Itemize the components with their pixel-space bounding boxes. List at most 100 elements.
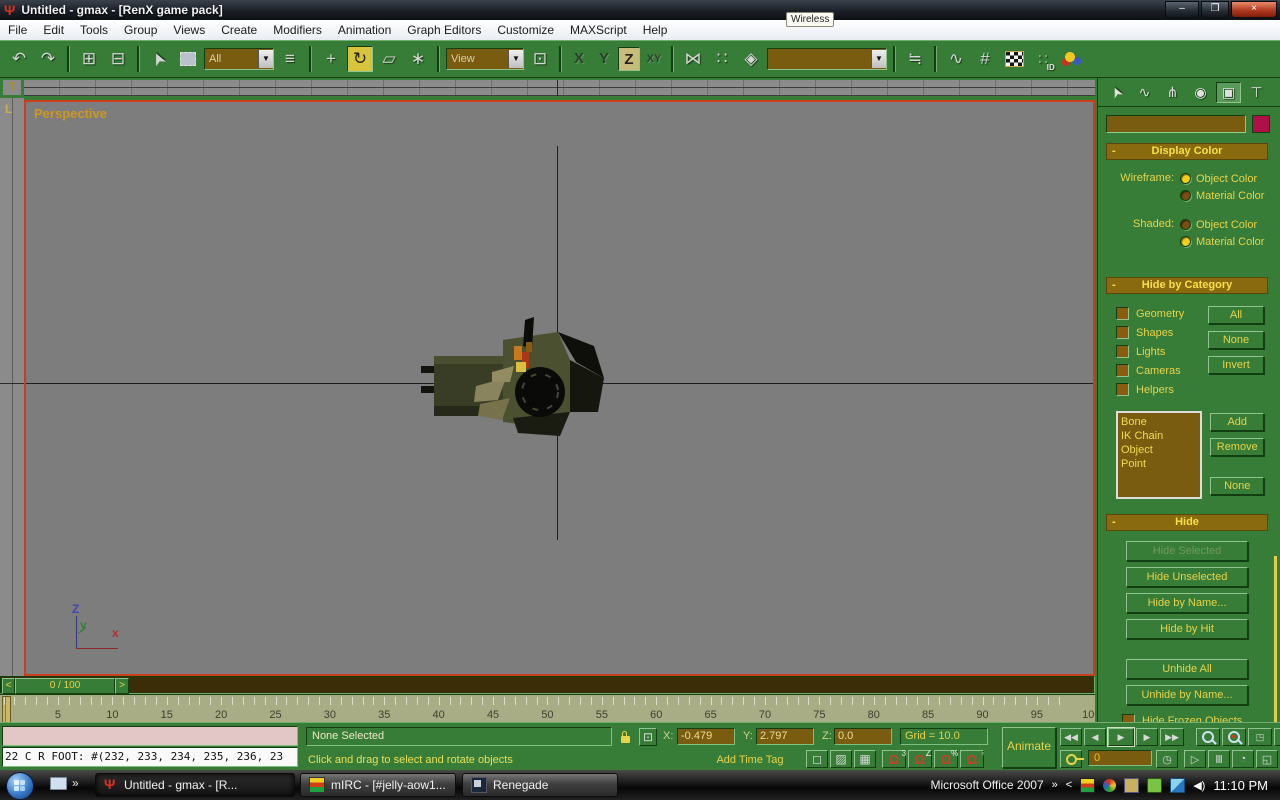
network-tray-icon[interactable] xyxy=(1170,778,1185,793)
menu-animation[interactable]: Animation xyxy=(330,20,399,40)
all-button[interactable]: All xyxy=(1208,306,1264,324)
percent-snap-icon[interactable]: Ω% xyxy=(934,750,958,768)
tab-motion[interactable]: ◉ xyxy=(1188,82,1213,103)
align-icon[interactable]: ≒ xyxy=(902,46,928,72)
object-name-field[interactable] xyxy=(1106,115,1246,133)
menu-customize[interactable]: Customize xyxy=(489,20,562,40)
pan-button[interactable]: Ⅲ xyxy=(1208,750,1230,768)
maximize-button[interactable]: ❐ xyxy=(1201,1,1229,18)
render-icon[interactable] xyxy=(1059,46,1085,72)
absolute-offset-toggle[interactable]: ⊡ xyxy=(639,728,657,746)
material-editor-icon[interactable] xyxy=(1001,46,1027,72)
taskbar-task-mirc-jelly-aow1[interactable]: mIRC - [#jelly-aow1... xyxy=(300,773,456,797)
pivot-center-icon[interactable]: ⊡ xyxy=(527,46,553,72)
redo-icon[interactable]: ↷ xyxy=(35,46,61,72)
show-desktop-icon[interactable] xyxy=(50,777,67,790)
taskbar-task-untitled-gmax-r[interactable]: ΨUntitled - gmax - [R... xyxy=(95,773,295,797)
radio-button[interactable] xyxy=(1180,190,1191,201)
volume-tray-icon[interactable]: ◀) xyxy=(1193,779,1205,792)
menu-file[interactable]: File xyxy=(0,20,35,40)
scale-icon[interactable]: ▱ xyxy=(376,46,402,72)
axis-x-button[interactable]: X xyxy=(568,47,590,71)
rollout-header-hide[interactable]: - Hide xyxy=(1106,514,1268,531)
radio-option-material-color[interactable]: Material Color xyxy=(1180,187,1264,204)
menu-group[interactable]: Group xyxy=(116,20,165,40)
hide-selected-button[interactable]: Hide Selected xyxy=(1126,541,1248,561)
radio-button[interactable] xyxy=(1180,236,1191,247)
reference-coordsys-dropdown[interactable]: View▼ xyxy=(446,48,524,70)
list-item[interactable]: Bone xyxy=(1121,415,1197,429)
prev-frame-arrow[interactable]: < xyxy=(2,678,15,694)
zoom-extents-icon[interactable]: ◳ xyxy=(1248,728,1272,746)
selection-lock-icon[interactable] xyxy=(617,728,633,746)
snap-3d-icon[interactable]: Ω3 xyxy=(882,750,906,768)
hide-unselected-button[interactable]: Hide Unselected xyxy=(1126,567,1248,587)
edged-faces-icon[interactable]: ▨ xyxy=(830,750,852,768)
tab-modify[interactable]: ∿ xyxy=(1132,82,1157,103)
mirc-tray-icon[interactable] xyxy=(1080,778,1095,793)
menu-tools[interactable]: Tools xyxy=(72,20,116,40)
radio-option-material-color[interactable]: Material Color xyxy=(1180,233,1264,250)
remove-button[interactable]: Remove xyxy=(1210,438,1264,456)
fov-button[interactable]: ▷ xyxy=(1184,750,1206,768)
tab-display[interactable]: ▣ xyxy=(1216,82,1241,103)
next-frame-arrow[interactable]: > xyxy=(115,678,129,694)
rollout-header-display-color[interactable]: - Display Color xyxy=(1106,143,1268,160)
current-frame-field[interactable]: 0 xyxy=(1088,750,1152,766)
category-checkbox-lights[interactable]: Lights xyxy=(1116,342,1184,361)
character-model[interactable] xyxy=(418,316,608,451)
angle-snap-icon[interactable]: Ω∠ xyxy=(908,750,932,768)
checkbox[interactable] xyxy=(1116,383,1129,396)
none-button[interactable]: None xyxy=(1210,477,1264,495)
taskbar-task-renegade[interactable]: Renegade xyxy=(462,773,618,797)
render-level-icon[interactable]: ◻ xyxy=(806,750,828,768)
arc-rotate-button[interactable]: ◔ xyxy=(1232,750,1254,768)
rect-selection-icon[interactable] xyxy=(175,46,201,72)
radio-button[interactable] xyxy=(1180,219,1191,230)
office-toolbar-label[interactable]: Microsoft Office 2007 xyxy=(930,778,1043,792)
tray-expand-arrow[interactable]: < xyxy=(1066,779,1072,791)
multi-sub-id-icon[interactable]: ∷ID xyxy=(1030,46,1056,72)
power-tray-icon[interactable] xyxy=(1147,778,1162,793)
hide-by-name-button[interactable]: Hide by Name... xyxy=(1126,593,1248,613)
top-viewport-sliver[interactable] xyxy=(24,80,1095,96)
tab-utilities[interactable]: ⊤ xyxy=(1244,82,1269,103)
unhide-all-button[interactable]: Unhide All xyxy=(1126,659,1248,679)
panel-scrollbar[interactable] xyxy=(1274,556,1277,722)
track-bar[interactable]: 5101520253035404550556065707580859095100 xyxy=(0,694,1095,723)
snap-toggle-icon[interactable]: ◈ xyxy=(738,46,764,72)
menu-help[interactable]: Help xyxy=(635,20,676,40)
hide-by-hit-button[interactable]: Hide by Hit xyxy=(1126,619,1248,639)
zoom-region-icon[interactable] xyxy=(1222,728,1246,746)
title-bar[interactable]: Ψ Untitled - gmax - [RenX game pack] – ❐… xyxy=(0,0,1280,20)
start-button[interactable] xyxy=(6,772,34,800)
category-checkbox-geometry[interactable]: Geometry xyxy=(1116,304,1184,323)
minimize-button[interactable]: – xyxy=(1165,1,1199,18)
selection-filter-dropdown[interactable]: All▼ xyxy=(204,48,274,70)
tab-hierarchy[interactable]: ⋔ xyxy=(1160,82,1185,103)
goto-start-button[interactable]: ◀◀ xyxy=(1060,728,1082,746)
next-frame-button[interactable]: ▶ xyxy=(1136,728,1158,746)
move-icon[interactable]: + xyxy=(318,46,344,72)
viewport-label[interactable]: Perspective xyxy=(34,106,107,121)
rotate-icon[interactable]: ↻ xyxy=(347,46,373,72)
invert-button[interactable]: Invert xyxy=(1208,356,1264,374)
category-checkbox-helpers[interactable]: Helpers xyxy=(1116,380,1184,399)
maxscript-listener-top[interactable] xyxy=(2,726,298,746)
key-mode-toggle[interactable] xyxy=(1060,750,1082,768)
messenger-tray-icon[interactable] xyxy=(1124,778,1139,793)
z-coord-field[interactable]: 0.0 xyxy=(834,728,892,745)
checkbox[interactable] xyxy=(1116,364,1129,377)
rollout-header-hide-by-category[interactable]: - Hide by Category xyxy=(1106,277,1268,294)
x-coord-field[interactable]: -0.479 xyxy=(677,728,735,745)
object-color-swatch[interactable] xyxy=(1252,115,1270,133)
close-button[interactable]: × xyxy=(1231,1,1277,18)
checkbox[interactable] xyxy=(1116,326,1129,339)
play-button[interactable]: ▶ xyxy=(1108,728,1134,746)
maxscript-listener-input[interactable]: 22 C R FOOT: #(232, 233, 234, 235, 236, … xyxy=(2,747,298,767)
chevron-down-icon[interactable]: ▼ xyxy=(508,50,523,68)
zoom-extents-all-icon[interactable]: ▣ xyxy=(1274,728,1280,746)
axis-z-button[interactable]: Z xyxy=(618,47,640,71)
chevron-down-icon[interactable]: ▼ xyxy=(871,50,886,68)
category-listbox[interactable]: BoneIK Chain ObjectPoint xyxy=(1116,411,1202,499)
